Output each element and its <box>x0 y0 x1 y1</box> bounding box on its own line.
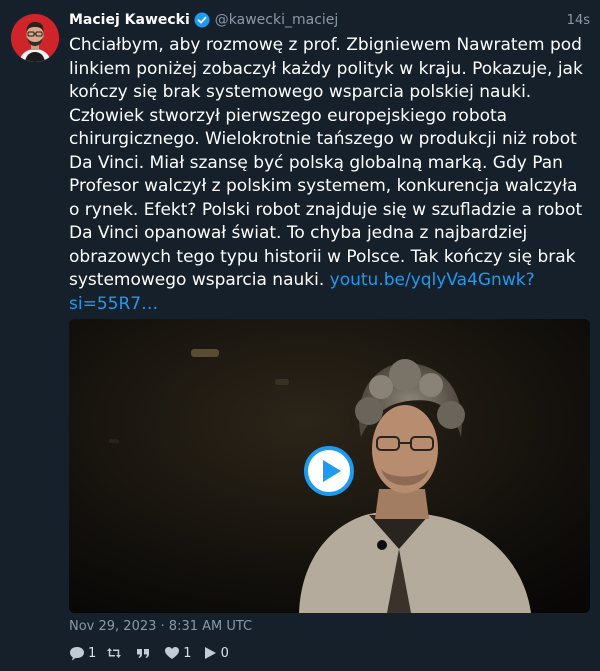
author-name[interactable]: Maciej Kawecki <box>69 12 190 28</box>
verified-badge-icon <box>194 12 210 28</box>
avatar[interactable] <box>11 14 59 62</box>
tweet-header: Maciej Kawecki @kawecki_maciej 14s <box>69 10 590 30</box>
video-play-icon[interactable] <box>303 445 355 497</box>
tweet-time[interactable]: 14s <box>567 13 590 28</box>
quote-icon <box>135 645 151 661</box>
tweet-text: Chciałbym, aby rozmowę z prof. Zbigniewe… <box>69 34 589 316</box>
retweet-action[interactable] <box>106 645 125 661</box>
play-icon <box>202 645 218 661</box>
reply-count: 1 <box>88 645 97 661</box>
tweet-date[interactable]: Nov 29, 2023 · 8:31 AM UTC <box>69 619 252 634</box>
tweet-text-content: Chciałbym, aby rozmowę z prof. Zbigniewe… <box>69 35 583 290</box>
avatar-image <box>11 14 59 62</box>
like-action[interactable]: 1 <box>164 645 192 661</box>
heart-icon <box>164 645 180 661</box>
author-handle[interactable]: @kawecki_maciej <box>215 12 339 28</box>
views-count: 0 <box>220 645 229 661</box>
retweet-icon <box>106 645 122 661</box>
quote-action[interactable] <box>135 645 154 661</box>
views-action[interactable]: 0 <box>202 645 229 661</box>
reply-action[interactable]: 1 <box>69 645 96 661</box>
like-count: 1 <box>183 645 192 661</box>
reply-icon <box>69 645 85 661</box>
tweet-actions: 1 1 0 <box>69 644 239 662</box>
video-thumbnail[interactable] <box>69 319 590 613</box>
tweet-card: Maciej Kawecki @kawecki_maciej 14s Chcia… <box>0 0 600 671</box>
